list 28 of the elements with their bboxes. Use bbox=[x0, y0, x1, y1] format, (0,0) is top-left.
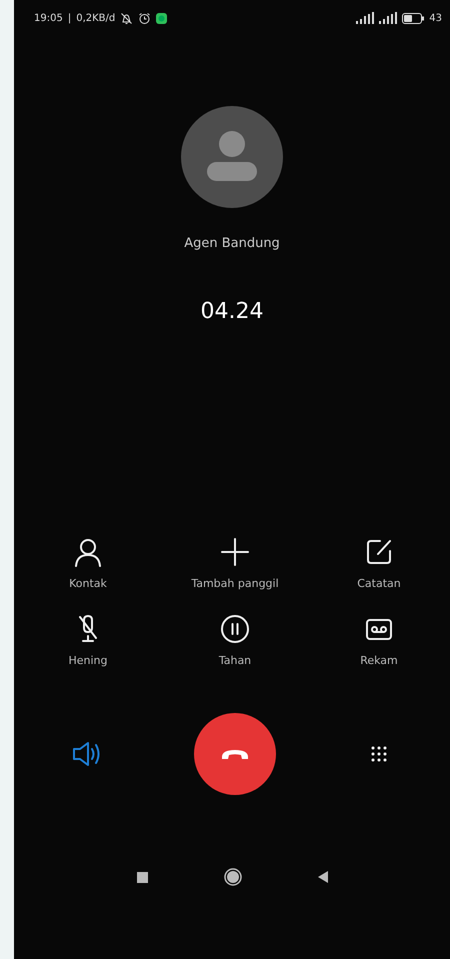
person-icon[interactable] bbox=[73, 537, 103, 567]
home-icon[interactable] bbox=[224, 868, 242, 886]
control-label: Hening bbox=[68, 654, 108, 667]
clock: 19:05 bbox=[34, 12, 63, 24]
control-label: Rekam bbox=[360, 654, 398, 667]
bell-off-icon bbox=[120, 12, 134, 24]
caller-name: Agen Bandung bbox=[184, 236, 280, 251]
plus-icon[interactable] bbox=[220, 537, 250, 567]
avatar-icon bbox=[181, 106, 283, 208]
dialpad-icon[interactable] bbox=[371, 746, 387, 762]
control-label: Tambah panggil bbox=[191, 577, 279, 590]
recents-icon[interactable] bbox=[136, 872, 148, 882]
pause-icon[interactable] bbox=[220, 614, 250, 644]
network-speed: 0,2KB/d bbox=[76, 12, 116, 24]
battery-icon bbox=[402, 12, 424, 24]
control-label: Tahan bbox=[218, 654, 252, 667]
back-icon[interactable] bbox=[318, 871, 328, 883]
edit-icon[interactable] bbox=[364, 537, 394, 567]
control-label: Kontak bbox=[69, 577, 107, 590]
alarm-icon bbox=[138, 12, 152, 24]
phone-hangup-icon bbox=[220, 748, 250, 760]
chat-app-icon bbox=[156, 12, 168, 24]
control-label: Catatan bbox=[357, 577, 401, 590]
signal-icon bbox=[356, 12, 374, 24]
battery-level: 43 bbox=[429, 12, 442, 24]
separator: | bbox=[68, 12, 72, 24]
signal-icon bbox=[379, 12, 398, 24]
call-duration: 04.24 bbox=[200, 299, 264, 324]
